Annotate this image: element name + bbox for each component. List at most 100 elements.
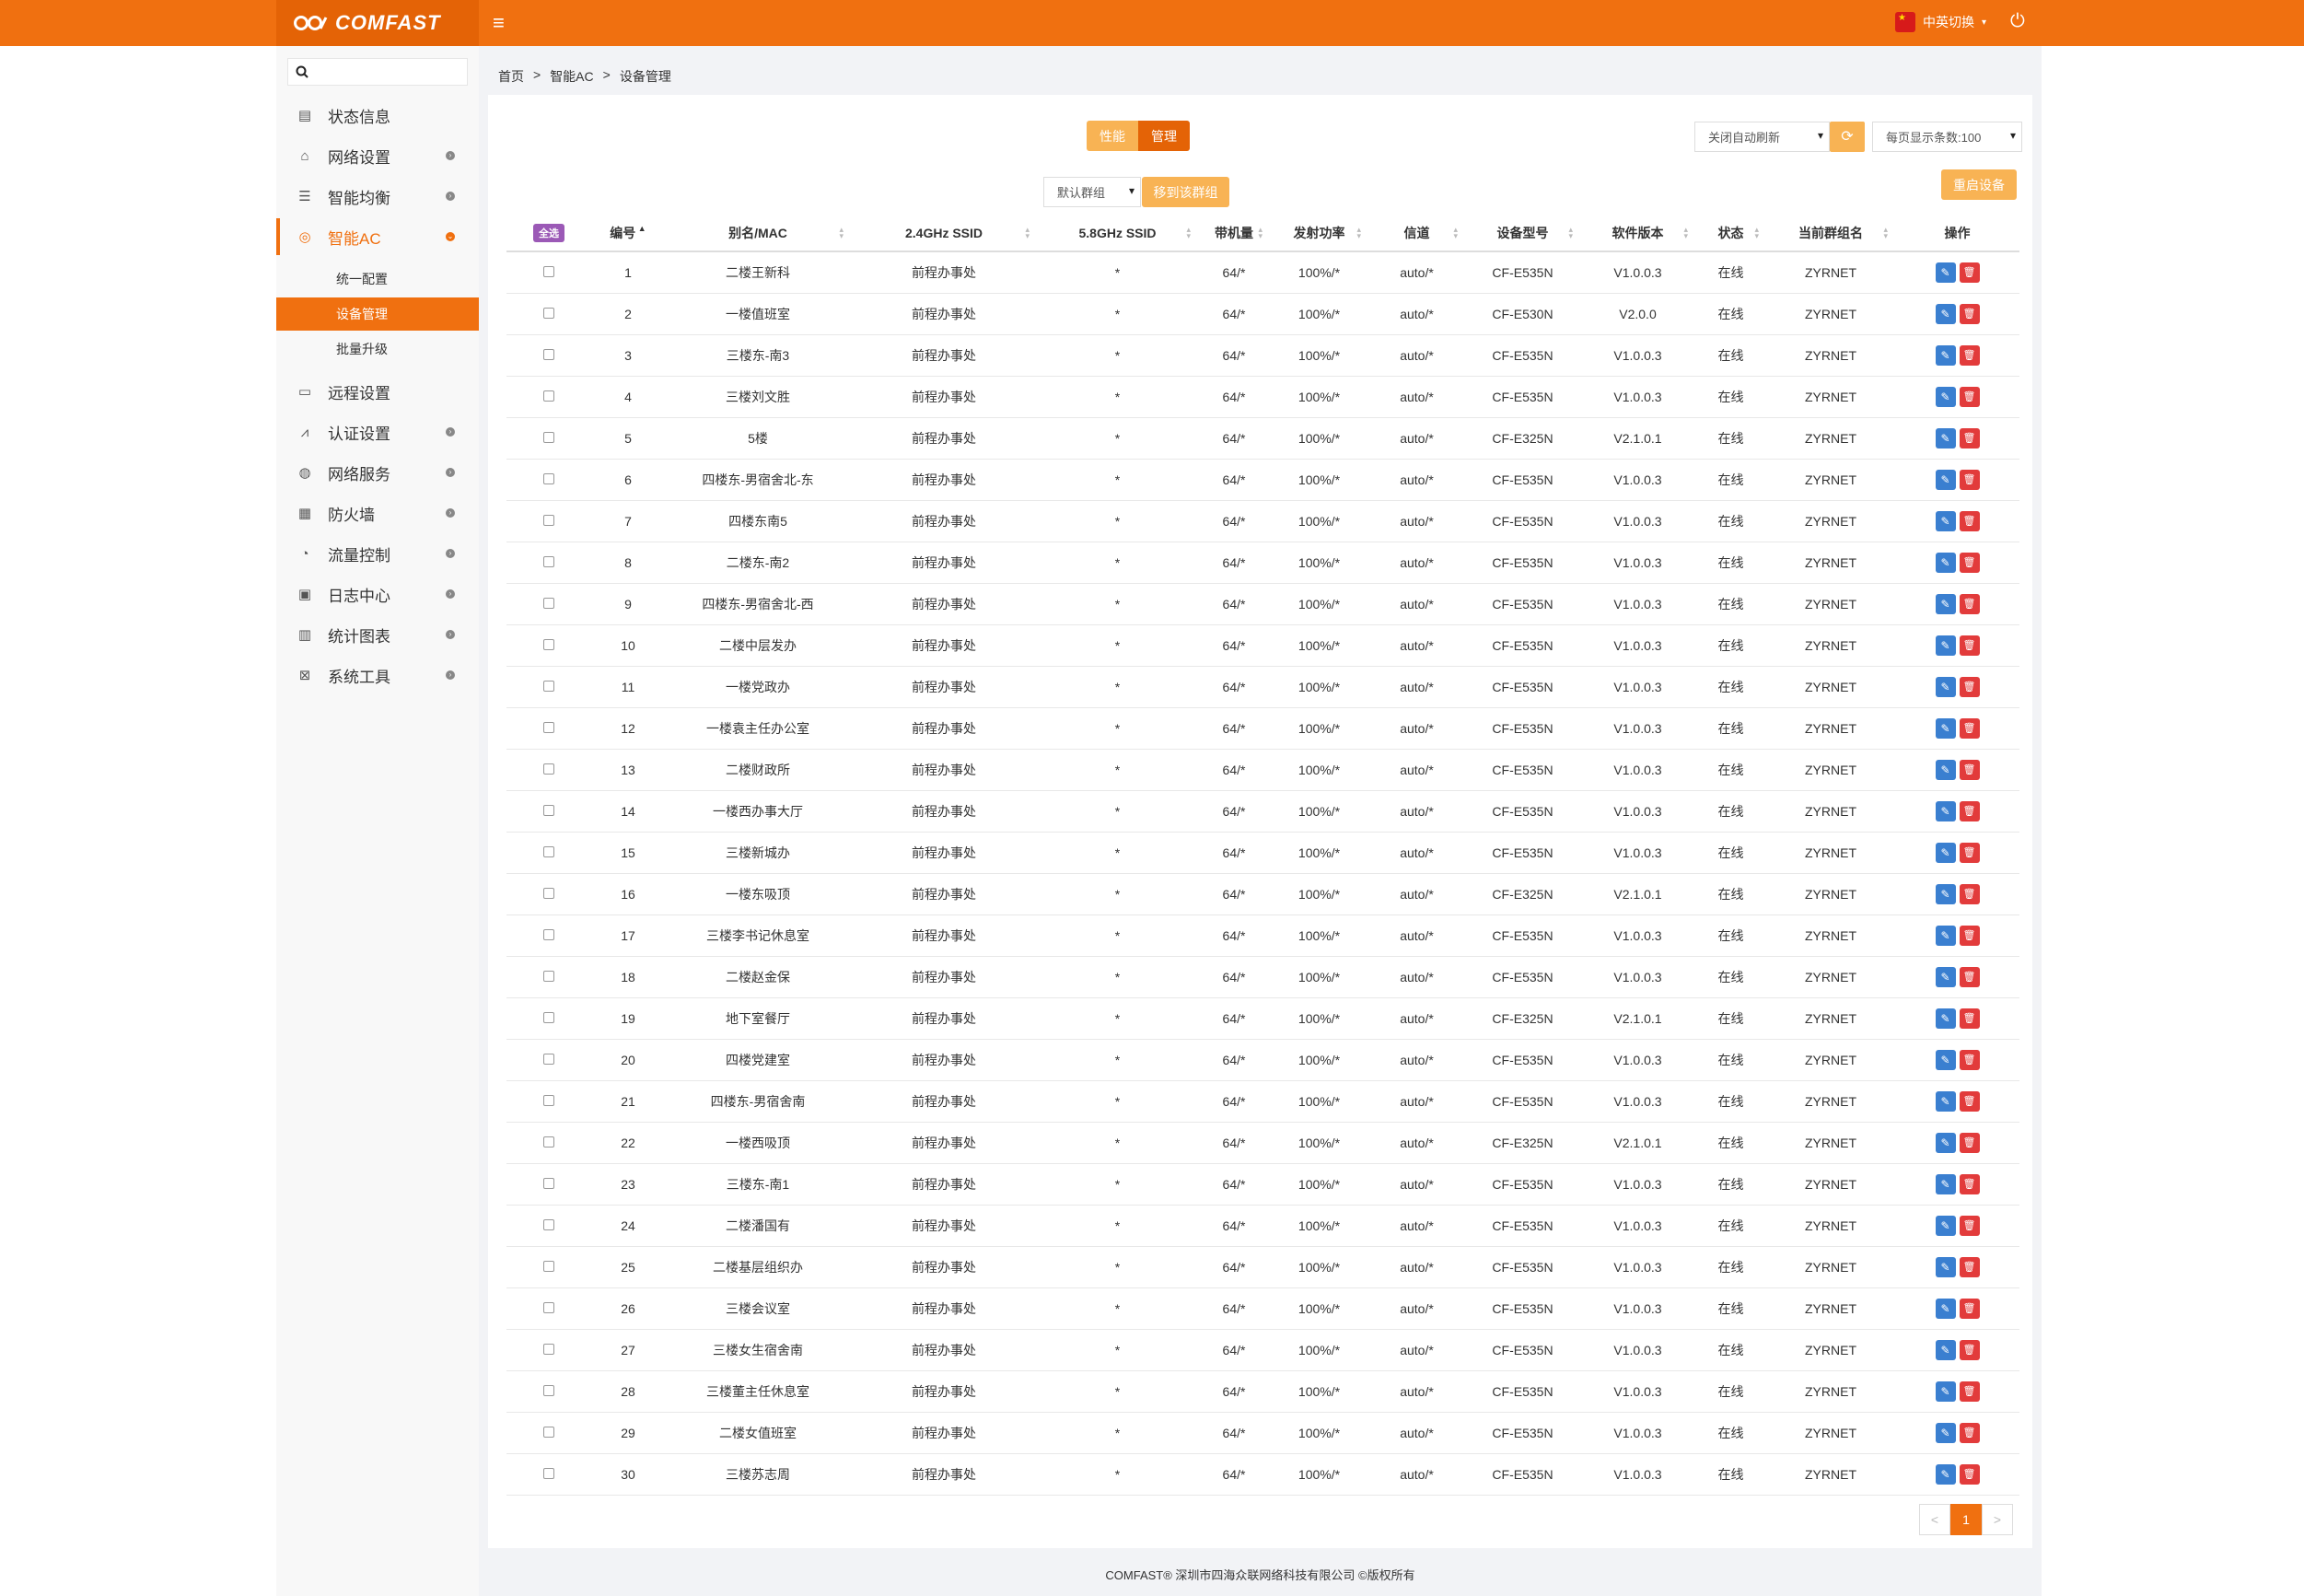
- edit-icon[interactable]: ✎: [1935, 386, 1956, 407]
- sidebar-item-4[interactable]: ◎ 智能AC ⌄: [276, 218, 479, 255]
- edit-icon[interactable]: ✎: [1935, 1298, 1956, 1319]
- column-header[interactable]: 带机量 ▴ ▾: [1198, 215, 1270, 252]
- trash-icon[interactable]: 🗑: [1959, 925, 1980, 946]
- trash-icon[interactable]: 🗑: [1959, 1132, 1980, 1153]
- edit-icon[interactable]: ✎: [1935, 966, 1956, 987]
- column-header[interactable]: 当前群组名 ▴ ▾: [1766, 215, 1895, 252]
- row-checkbox[interactable]: [543, 1426, 554, 1438]
- sort-icon[interactable]: ▴ ▾: [1453, 226, 1458, 240]
- trash-icon[interactable]: 🗑: [1959, 800, 1980, 821]
- sidebar-item-3[interactable]: ☰ 智能均衡 ›: [276, 178, 479, 215]
- trash-icon[interactable]: 🗑: [1959, 593, 1980, 614]
- row-checkbox[interactable]: [543, 1260, 554, 1272]
- sort-icon[interactable]: ▴ ▾: [1754, 226, 1759, 240]
- search-icon[interactable]: [296, 65, 308, 78]
- tab-performance[interactable]: 性能: [1087, 121, 1138, 151]
- edit-icon[interactable]: ✎: [1935, 469, 1956, 490]
- sidebar-subitem-2[interactable]: 设备管理: [276, 297, 479, 331]
- sidebar-item-8[interactable]: ▦ 防火墙 ›: [276, 495, 479, 531]
- row-checkbox[interactable]: [543, 1094, 554, 1106]
- sort-icon[interactable]: ▴ ▾: [1356, 226, 1361, 240]
- column-header[interactable]: 发射功率 ▴ ▾: [1270, 215, 1368, 252]
- column-header[interactable]: 状态 ▴ ▾: [1695, 215, 1766, 252]
- reboot-device-button[interactable]: 重启设备: [1941, 169, 2017, 200]
- trash-icon[interactable]: 🗑: [1959, 469, 1980, 490]
- sidebar-item-5[interactable]: ▭ 远程设置: [276, 373, 479, 410]
- trash-icon[interactable]: 🗑: [1959, 676, 1980, 697]
- row-checkbox[interactable]: [543, 1343, 554, 1355]
- row-checkbox[interactable]: [543, 928, 554, 940]
- sort-icon[interactable]: ▴ ▾: [1883, 226, 1888, 240]
- row-checkbox[interactable]: [543, 307, 554, 319]
- edit-icon[interactable]: ✎: [1935, 510, 1956, 531]
- sidebar-item-12[interactable]: ⊠ 系统工具 ›: [276, 657, 479, 693]
- trash-icon[interactable]: 🗑: [1959, 883, 1980, 904]
- trash-icon[interactable]: 🗑: [1959, 552, 1980, 573]
- sidebar-item-10[interactable]: ▣ 日志中心 ›: [276, 576, 479, 612]
- row-checkbox[interactable]: [543, 887, 554, 899]
- edit-icon[interactable]: ✎: [1935, 717, 1956, 739]
- trash-icon[interactable]: 🗑: [1959, 759, 1980, 780]
- trash-icon[interactable]: 🗑: [1959, 966, 1980, 987]
- trash-icon[interactable]: 🗑: [1959, 427, 1980, 449]
- select-all-button[interactable]: 全选: [533, 223, 564, 242]
- trash-icon[interactable]: 🗑: [1959, 1215, 1980, 1236]
- row-checkbox[interactable]: [543, 1136, 554, 1147]
- row-checkbox[interactable]: [543, 265, 554, 277]
- column-header[interactable]: 软件版本 ▴ ▾: [1580, 215, 1695, 252]
- row-checkbox[interactable]: [543, 721, 554, 733]
- trash-icon[interactable]: 🗑: [1959, 1463, 1980, 1485]
- search-input[interactable]: [316, 64, 463, 79]
- trash-icon[interactable]: 🗑: [1959, 717, 1980, 739]
- row-checkbox[interactable]: [543, 1177, 554, 1189]
- row-checkbox[interactable]: [543, 970, 554, 982]
- trash-icon[interactable]: 🗑: [1959, 635, 1980, 656]
- edit-icon[interactable]: ✎: [1935, 427, 1956, 449]
- sidebar-subitem-1[interactable]: 统一配置: [276, 262, 479, 296]
- menu-toggle-icon[interactable]: ≡: [493, 11, 505, 35]
- edit-icon[interactable]: ✎: [1935, 635, 1956, 656]
- trash-icon[interactable]: 🗑: [1959, 1298, 1980, 1319]
- edit-icon[interactable]: ✎: [1935, 1463, 1956, 1485]
- edit-icon[interactable]: ✎: [1935, 303, 1956, 324]
- edit-icon[interactable]: ✎: [1935, 1049, 1956, 1070]
- sidebar-subitem-3[interactable]: 批量升级: [276, 332, 479, 366]
- trash-icon[interactable]: 🗑: [1959, 1256, 1980, 1277]
- sidebar-item-2[interactable]: ⌂ 网络设置 ›: [276, 137, 479, 174]
- edit-icon[interactable]: ✎: [1935, 1132, 1956, 1153]
- trash-icon[interactable]: 🗑: [1959, 510, 1980, 531]
- trash-icon[interactable]: 🗑: [1959, 1339, 1980, 1360]
- page-1-button[interactable]: 1: [1950, 1504, 1982, 1535]
- page-size-select[interactable]: 每页显示条数:100: [1872, 122, 2022, 152]
- trash-icon[interactable]: 🗑: [1959, 1173, 1980, 1194]
- sidebar-item-7[interactable]: ◍ 网络服务 ›: [276, 454, 479, 491]
- column-header[interactable]: 编号 ▲: [591, 215, 665, 252]
- column-header[interactable]: 设备型号 ▴ ▾: [1465, 215, 1580, 252]
- next-page-button[interactable]: >: [1982, 1504, 2013, 1535]
- row-checkbox[interactable]: [543, 1218, 554, 1230]
- edit-icon[interactable]: ✎: [1935, 842, 1956, 863]
- refresh-icon[interactable]: ⟳: [1830, 122, 1865, 152]
- sort-icon[interactable]: ▴ ▾: [839, 226, 844, 240]
- row-checkbox[interactable]: [543, 763, 554, 775]
- edit-icon[interactable]: ✎: [1935, 1256, 1956, 1277]
- edit-icon[interactable]: ✎: [1935, 262, 1956, 283]
- edit-icon[interactable]: ✎: [1935, 1339, 1956, 1360]
- sort-icon[interactable]: ▴ ▾: [1186, 226, 1191, 240]
- row-checkbox[interactable]: [543, 1384, 554, 1396]
- row-checkbox[interactable]: [543, 804, 554, 816]
- breadcrumb-home[interactable]: 首页: [498, 67, 524, 86]
- column-header[interactable]: 信道 ▴ ▾: [1368, 215, 1465, 252]
- row-checkbox[interactable]: [543, 472, 554, 484]
- prev-page-button[interactable]: <: [1919, 1504, 1950, 1535]
- row-checkbox[interactable]: [543, 680, 554, 692]
- edit-icon[interactable]: ✎: [1935, 676, 1956, 697]
- row-checkbox[interactable]: [543, 1011, 554, 1023]
- row-checkbox[interactable]: [543, 555, 554, 567]
- row-checkbox[interactable]: [543, 1467, 554, 1479]
- column-header[interactable]: 别名/MAC ▴ ▾: [665, 215, 851, 252]
- sidebar-item-9[interactable]: ◔ 流量控制 ›: [276, 535, 479, 572]
- trash-icon[interactable]: 🗑: [1959, 262, 1980, 283]
- edit-icon[interactable]: ✎: [1935, 552, 1956, 573]
- move-to-group-button[interactable]: 移到该群组: [1142, 177, 1229, 207]
